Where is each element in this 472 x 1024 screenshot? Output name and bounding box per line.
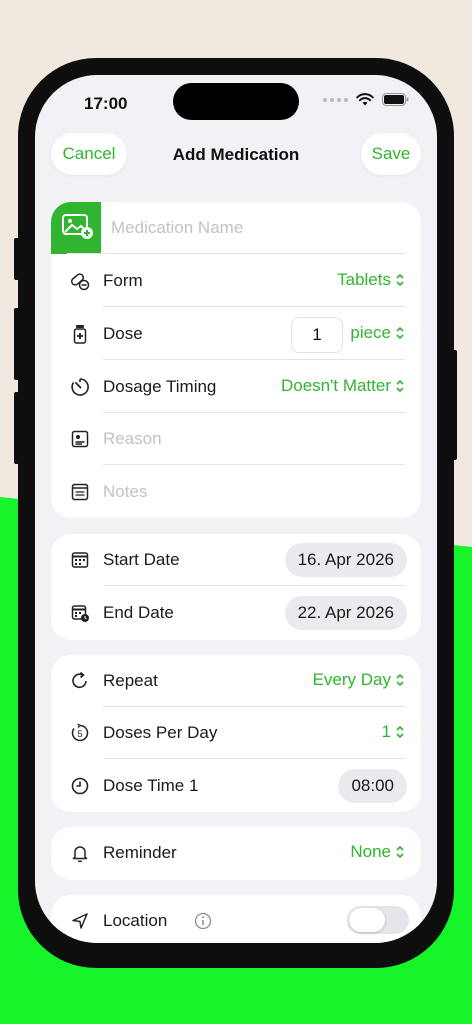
reason-input[interactable]: Reason (103, 429, 162, 449)
action-button (14, 238, 19, 280)
status-time: 17:00 (84, 94, 128, 113)
doses-per-day-label: Doses Per Day (103, 723, 218, 742)
chevron-up-down-icon (396, 379, 404, 393)
reminder-label: Reminder (103, 843, 177, 862)
notes-row[interactable]: Notes (51, 466, 421, 518)
divider (103, 306, 405, 307)
dose-label: Dose (103, 324, 143, 343)
location-arrow-icon (72, 913, 88, 929)
reason-row[interactable]: Reason (51, 413, 421, 465)
dose-unit-value: piece (350, 323, 391, 342)
end-date-picker[interactable]: 22. Apr 2026 (284, 596, 407, 630)
form-row[interactable]: Form Tablets (51, 255, 421, 307)
add-photo-button[interactable] (51, 202, 101, 254)
wifi-icon (356, 93, 374, 106)
location-card: Location (51, 895, 421, 943)
divider (103, 585, 405, 586)
location-toggle[interactable] (347, 906, 409, 934)
reminder-value: None (350, 842, 391, 861)
repeat-select[interactable]: Every Day (313, 670, 405, 690)
notes-icon (71, 483, 89, 501)
dosage-timing-select[interactable]: Doesn't Matter (281, 376, 405, 396)
repeat-icon (72, 671, 87, 689)
signal-icon (323, 97, 348, 102)
divider (103, 758, 405, 759)
chevron-up-down-icon (396, 673, 404, 687)
chevron-up-down-icon (396, 845, 404, 859)
info-icon[interactable] (194, 912, 212, 930)
dose-unit-select[interactable]: piece (350, 323, 405, 343)
start-date-label: Start Date (103, 550, 180, 569)
id-card-icon (71, 430, 89, 448)
dynamic-island (173, 83, 299, 120)
dose-row: Dose 1 piece (51, 308, 421, 360)
clock-icon (71, 777, 89, 795)
reminder-row[interactable]: Reminder None (51, 827, 421, 879)
end-date-row: End Date 22. Apr 2026 (51, 587, 421, 639)
toggle-knob (349, 908, 385, 932)
power-button (452, 350, 457, 460)
reminder-card: Reminder None (51, 827, 421, 880)
counter-icon: 5 (71, 723, 89, 742)
dose-time-picker[interactable]: 08:00 (338, 769, 407, 803)
form-select[interactable]: Tablets (337, 270, 405, 290)
bell-icon (72, 846, 88, 863)
dose-time-label: Dose Time 1 (103, 776, 199, 795)
medication-name-input[interactable]: Medication Name (111, 218, 243, 238)
schedule-card: Repeat Every Day 5 Doses Per Day 1 Dose … (51, 655, 421, 812)
medicine-bottle-icon (73, 325, 87, 344)
dose-time-row: Dose Time 1 08:00 (51, 760, 421, 812)
doses-per-day-value: 1 (381, 722, 391, 741)
form-value: Tablets (337, 270, 391, 289)
status-icons (323, 93, 409, 106)
form-label: Form (103, 271, 143, 290)
chevron-up-down-icon (396, 326, 404, 340)
dosage-timing-value: Doesn't Matter (280, 376, 391, 395)
divider (67, 253, 405, 254)
location-label: Location (103, 911, 168, 930)
save-button[interactable]: Save (361, 133, 421, 175)
timer-icon (71, 378, 89, 396)
divider (103, 464, 405, 465)
reminder-select[interactable]: None (350, 842, 405, 862)
app-screen: 17:00 Cancel Add Medication Save Medicat (35, 75, 437, 943)
divider (103, 359, 405, 360)
battery-icon (382, 93, 409, 106)
repeat-value: Every Day (312, 670, 391, 689)
photo-add-icon (62, 214, 93, 239)
calendar-clock-icon (71, 605, 89, 622)
dosage-timing-label: Dosage Timing (103, 377, 217, 396)
location-row: Location (51, 895, 421, 943)
volume-down-button (14, 392, 19, 464)
dosage-timing-row[interactable]: Dosage Timing Doesn't Matter (51, 361, 421, 413)
doses-per-day-row[interactable]: 5 Doses Per Day 1 (51, 707, 421, 759)
repeat-row[interactable]: Repeat Every Day (51, 655, 421, 707)
dose-amount-input[interactable]: 1 (291, 317, 343, 353)
end-date-label: End Date (103, 603, 174, 622)
calendar-icon (71, 552, 89, 568)
dates-card: Start Date 16. Apr 2026 End Date 22. Apr… (51, 534, 421, 640)
notes-input[interactable]: Notes (103, 482, 147, 502)
repeat-label: Repeat (103, 671, 158, 690)
medication-details-card: Medication Name Form Tablets Dose 1 piec… (51, 202, 421, 518)
volume-up-button (14, 308, 19, 380)
chevron-up-down-icon (396, 273, 404, 287)
start-date-picker[interactable]: 16. Apr 2026 (284, 543, 407, 577)
start-date-row: Start Date 16. Apr 2026 (51, 534, 421, 586)
pill-icon (70, 273, 90, 291)
chevron-up-down-icon (396, 725, 404, 739)
doses-per-day-select[interactable]: 1 (382, 722, 405, 742)
svg-text:5: 5 (77, 729, 82, 739)
